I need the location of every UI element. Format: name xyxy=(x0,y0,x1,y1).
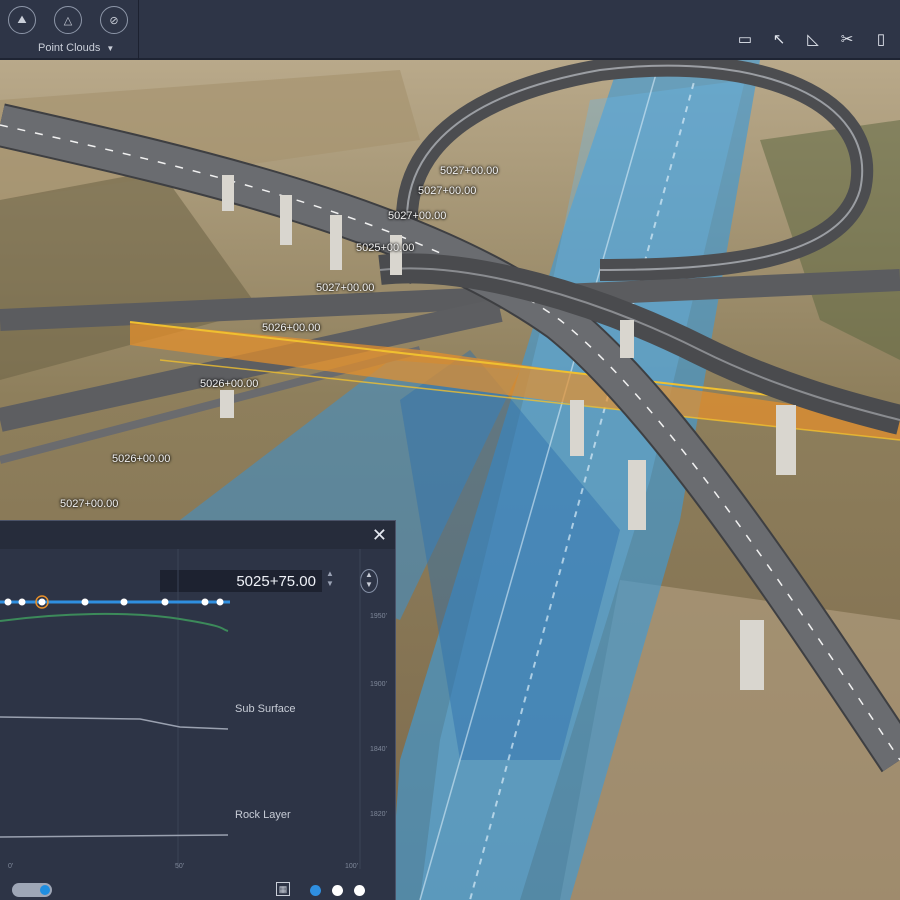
layer-label-sub-surface: Sub Surface xyxy=(235,703,296,715)
terrain-hatch-icon[interactable]: ⊘ xyxy=(100,6,128,34)
profile-chart xyxy=(0,549,361,869)
fit-view-icon[interactable]: ▦ xyxy=(276,882,290,896)
distance-tick: 100' xyxy=(345,863,359,870)
station-label: 5026+00.00 xyxy=(262,322,321,334)
measure-angle-icon[interactable]: ◺ xyxy=(802,28,824,50)
page-dot-active[interactable] xyxy=(310,885,321,896)
station-label: 5025+00.00 xyxy=(356,242,415,254)
elevation-tick: 1950' xyxy=(370,613,387,620)
display-settings-icon[interactable]: ▭ xyxy=(734,28,756,50)
layer-label-rock-layer: Rock Layer xyxy=(235,809,291,821)
station-label: 5027+00.00 xyxy=(440,165,499,177)
view-toggle[interactable] xyxy=(12,883,52,897)
caret-down-icon: ▼ xyxy=(106,43,115,53)
profile-panel: ✕ 5025+75.00 ▲ ▼ ▲ ▼ Sub Surface Rock Laye… xyxy=(0,520,396,900)
surface-tool-group: ⛰ △ ⊘ Point Clouds ▼ xyxy=(0,0,139,60)
station-label: 5027+00.00 xyxy=(388,210,447,222)
point-clouds-dropdown[interactable]: Point Clouds ▼ xyxy=(38,42,114,54)
terrain-triangle-icon[interactable]: △ xyxy=(54,6,82,34)
distance-tick: 50' xyxy=(175,863,185,870)
page-dot[interactable] xyxy=(354,885,365,896)
station-label: 5026+00.00 xyxy=(200,378,259,390)
station-label: 5027+00.00 xyxy=(60,498,119,510)
station-label: 5026+00.00 xyxy=(112,453,171,465)
panel-header: ✕ xyxy=(0,521,395,549)
elevation-tick: 1820' xyxy=(370,811,387,818)
station-label: 5027+00.00 xyxy=(418,185,477,197)
terrain-xyz-icon[interactable]: ⛰ xyxy=(8,6,36,34)
elevation-tick: 1900' xyxy=(370,681,387,688)
point-clouds-label: Point Clouds xyxy=(38,42,101,54)
page-dot[interactable] xyxy=(332,885,343,896)
elevation-tick: 1840' xyxy=(370,746,387,753)
section-tool-icon[interactable]: ▯ xyxy=(870,28,892,50)
right-toolbar: ▭ ↖ ◺ ✂ ▯ xyxy=(734,28,892,50)
close-icon[interactable]: ✕ xyxy=(372,525,387,545)
clip-tool-icon[interactable]: ✂ xyxy=(836,28,858,50)
distance-tick: 0' xyxy=(8,863,14,870)
station-label: 5027+00.00 xyxy=(316,282,375,294)
toggle-knob xyxy=(40,885,50,895)
select-arrow-icon[interactable]: ↖ xyxy=(768,28,790,50)
top-toolbar: ⛰ △ ⊘ Point Clouds ▼ ▭ ↖ ◺ ✂ ▯ xyxy=(0,0,900,60)
